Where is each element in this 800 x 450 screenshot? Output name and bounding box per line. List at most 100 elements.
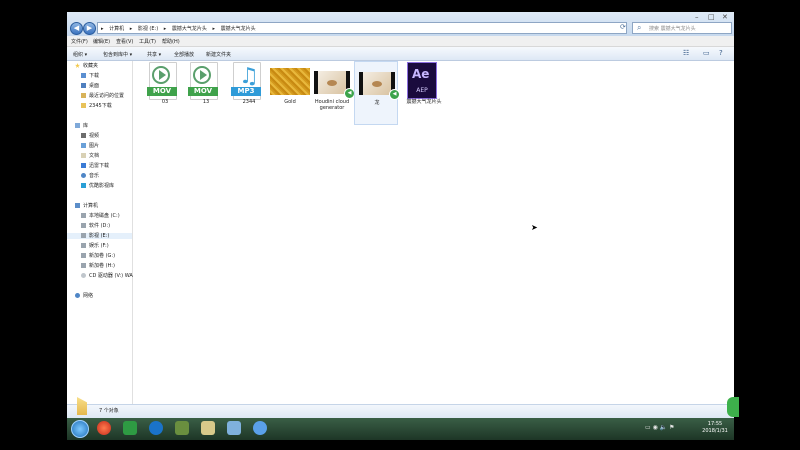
mp3-file-icon: ♫ MP3 [231,62,261,100]
preview-pane-icon[interactable]: ▭ [703,49,710,57]
system-tray: ▭ ◉ 🔈 ⚑ [645,424,675,431]
nav-label: 文档 [89,153,100,159]
play-all-button[interactable]: 全部播放 [174,51,194,58]
nav-label: 计算机 [83,203,99,209]
nav-libraries[interactable]: 库 [75,123,88,129]
nav-drive-d[interactable]: 软件 (D:) [81,223,110,229]
nav-network[interactable]: 网络 [75,293,93,299]
breadcrumb: ▸ 计算机 ▸ 影视 (E:) ▸ 震撼大气龙片头 ▸ 震撼大气龙片头 [101,25,260,32]
menu-edit[interactable]: 编辑(E) [93,38,110,45]
download-folder-icon [81,73,86,78]
title-bar: – □ ✕ ◀ ▶ ▸ 计算机 ▸ 影视 (E:) ▸ 震撼大气龙片头 ▸ 震撼… [67,12,734,36]
file-item-houdini[interactable]: ◀ Houdini cloud generator [310,61,355,125]
organize-button[interactable]: 组织 ▾ [73,51,87,58]
app-blue-icon[interactable] [227,421,241,435]
flag-icon[interactable]: ⚑ [669,424,674,431]
video-library-icon [81,133,86,138]
menu-view[interactable]: 查看(V) [116,38,133,45]
computer-icon [75,203,80,208]
start-button[interactable] [71,420,89,438]
nav-label: 新加卷 (H:) [89,263,115,269]
nav-drive-v[interactable]: CD 驱动器 (V:) WA [81,273,133,279]
clock[interactable]: 17:55 2018/1/31 [697,421,733,435]
cd-drive-icon [81,273,86,278]
nav-favorites[interactable]: 收藏夹 [75,63,98,69]
help-icon[interactable]: ? [719,49,723,57]
app-green-icon[interactable] [123,421,137,435]
app-k-icon[interactable] [149,421,163,435]
nav-label: 影视 (E:) [89,233,110,239]
file-name: Gold [284,99,296,105]
menu-file[interactable]: 文件(F) [71,38,88,45]
file-item-gold[interactable]: Gold [268,61,312,125]
breadcrumb-folder[interactable]: 震撼大气龙片头 [172,26,207,32]
nav-item-pictures[interactable]: 图片 [81,143,99,149]
new-folder-button[interactable]: 新建文件夹 [206,51,231,58]
nav-drive-c[interactable]: 本地磁盘 (C:) [81,213,120,219]
pictures-library-icon [81,143,86,148]
app-cluster-icon[interactable] [253,421,267,435]
nav-item-recent[interactable]: 最近访问的位置 [81,93,124,99]
file-item-03[interactable]: MOV 03 [143,61,187,125]
breadcrumb-arrow-icon: ▸ [101,26,104,32]
breadcrumb-drive[interactable]: 影视 (E:) [138,26,158,32]
maximize-icon[interactable]: □ [708,13,715,21]
documents-library-icon [81,153,86,158]
search-input[interactable]: ⌕ 搜索 震撼大气龙片头 [632,22,732,34]
nav-label: 收藏夹 [83,63,99,69]
folder-icon [81,103,86,108]
nav-item-youku[interactable]: 优酷影视库 [81,183,114,189]
file-item-2344[interactable]: ♫ MP3 2344 [227,61,271,125]
refresh-icon[interactable]: ⟳ [620,23,626,31]
file-item-13[interactable]: MOV 13 [184,61,228,125]
search-placeholder: 搜索 震撼大气龙片头 [649,26,696,32]
nav-item-desktop[interactable]: 桌面 [81,83,99,89]
nav-item-videos[interactable]: 视频 [81,133,99,139]
desktop-icon [81,83,86,88]
app-game-icon[interactable] [175,421,189,435]
music-note-icon: ♫ [239,64,259,89]
mov-file-icon: MOV [188,62,218,100]
file-item-aep[interactable]: Ae AEP 震撼大气龙片头 [402,61,446,125]
file-item-long[interactable]: ◀ 龙 [354,61,400,125]
nav-item-2345[interactable]: 2345下载 [81,103,112,109]
floating-widget-button[interactable] [727,397,739,417]
view-options-icon[interactable]: ☷ [683,49,689,57]
file-name: Houdini cloud generator [314,99,350,111]
nav-label: CD 驱动器 (V:) WA [89,273,133,279]
nav-label: 下载 [89,73,100,79]
gold-image-thumbnail [270,68,310,95]
keyboard-icon[interactable]: ▭ [645,424,651,431]
network-tray-icon[interactable]: ◉ [653,424,658,431]
nav-item-xunlei[interactable]: 迅雷下载 [81,163,109,169]
nav-drive-g[interactable]: 新加卷 (G:) [81,253,115,259]
breadcrumb-computer[interactable]: 计算机 [109,26,124,32]
nav-drive-e[interactable]: 影视 (E:) [67,233,132,239]
menu-tools[interactable]: 工具(T) [139,38,156,45]
nav-drive-h[interactable]: 新加卷 (H:) [81,263,115,269]
nav-item-downloads[interactable]: 下载 [81,73,99,79]
nav-computer[interactable]: 计算机 [75,203,98,209]
mov-file-icon: MOV [147,62,177,100]
menu-help[interactable]: 帮助(H) [162,38,180,45]
forward-button[interactable]: ▶ [83,22,96,35]
include-library-button[interactable]: 包含到库中 ▾ [103,51,132,58]
drive-icon [81,263,86,268]
address-bar[interactable]: ▸ 计算机 ▸ 影视 (E:) ▸ 震撼大气龙片头 ▸ 震撼大气龙片头 [97,22,627,34]
close-icon[interactable]: ✕ [722,13,728,21]
youku-library-icon [81,183,86,188]
explorer-taskbar-icon[interactable] [201,421,215,435]
volume-icon[interactable]: 🔈 [660,424,667,431]
network-icon [75,293,80,298]
back-button[interactable]: ◀ [70,22,83,35]
nav-label: 本地磁盘 (C:) [89,213,120,219]
nav-label: 音乐 [89,173,100,179]
file-type-badge: MOV [147,87,177,96]
browser-360-icon[interactable] [97,421,111,435]
share-button[interactable]: 共享 ▾ [147,51,161,58]
minimize-icon[interactable]: – [695,13,699,21]
nav-item-documents[interactable]: 文档 [81,153,99,159]
breadcrumb-current[interactable]: 震撼大气龙片头 [221,26,256,32]
nav-item-music[interactable]: 音乐 [81,173,99,179]
nav-drive-f[interactable]: 娱乐 (F:) [81,243,109,249]
